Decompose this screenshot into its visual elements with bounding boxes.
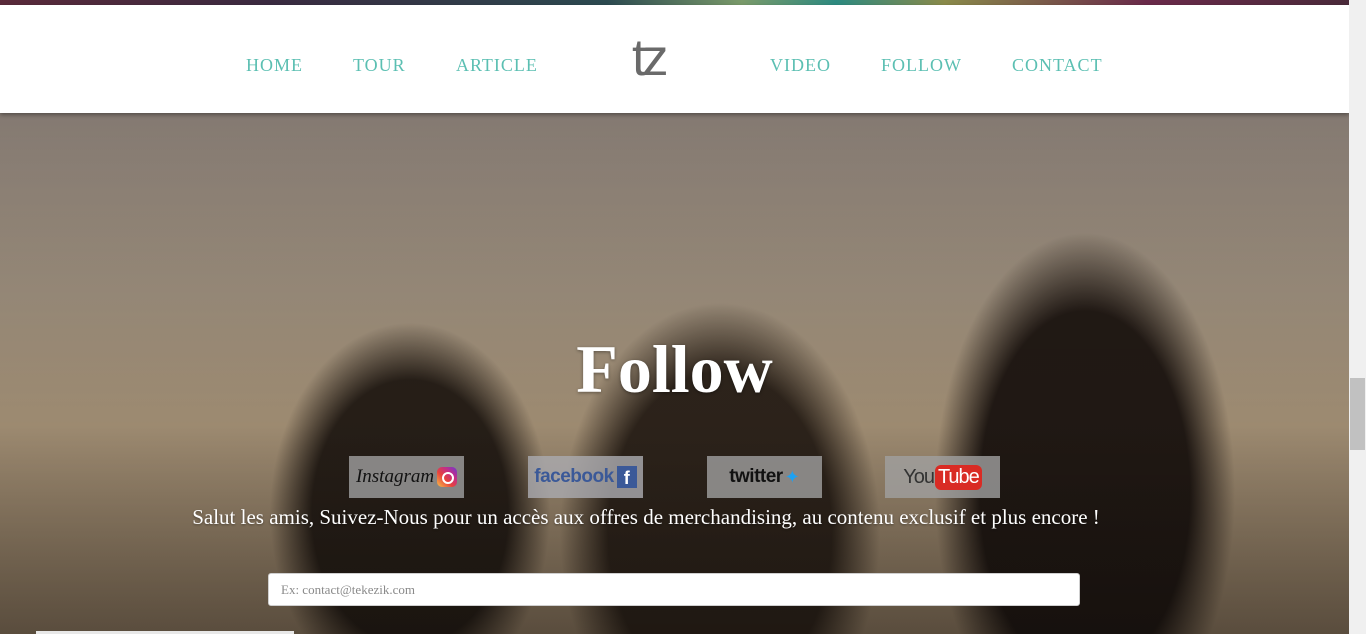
- page-scrollbar-track[interactable]: [1349, 0, 1366, 634]
- twitter-label: twitter: [729, 466, 783, 487]
- nav-link-follow[interactable]: FOLLOW: [881, 55, 962, 76]
- instagram-button[interactable]: Instagram: [349, 456, 464, 498]
- youtube-label-tube: Tube: [934, 464, 982, 490]
- page-scrollbar-thumb[interactable]: [1350, 378, 1365, 450]
- site-logo[interactable]: tz: [632, 32, 682, 84]
- nav-link-video[interactable]: VIDEO: [770, 55, 831, 76]
- main-navbar: HOME TOUR ARTICLE tz VIDEO FOLLOW CONTAC…: [0, 5, 1349, 113]
- instagram-icon: [437, 467, 458, 487]
- nav-link-tour[interactable]: TOUR: [353, 55, 406, 76]
- twitter-bird-icon: ✦: [784, 466, 800, 487]
- follow-subtitle: Salut les amis, Suivez-Nous pour un accè…: [192, 505, 1100, 529]
- twitter-button[interactable]: twitter ✦: [707, 456, 822, 498]
- nav-link-article[interactable]: ARTICLE: [456, 55, 538, 76]
- page-title: Follow: [576, 331, 773, 407]
- facebook-label: facebook: [534, 466, 614, 487]
- nav-link-contact[interactable]: CONTACT: [1012, 55, 1103, 76]
- youtube-label-you: You: [903, 465, 935, 488]
- youtube-button[interactable]: You Tube: [885, 456, 1000, 498]
- email-input[interactable]: [268, 573, 1080, 606]
- nav-link-home[interactable]: HOME: [246, 55, 303, 76]
- facebook-button[interactable]: facebook f: [528, 456, 643, 498]
- instagram-label: Instagram: [355, 466, 435, 487]
- facebook-icon: f: [616, 466, 637, 488]
